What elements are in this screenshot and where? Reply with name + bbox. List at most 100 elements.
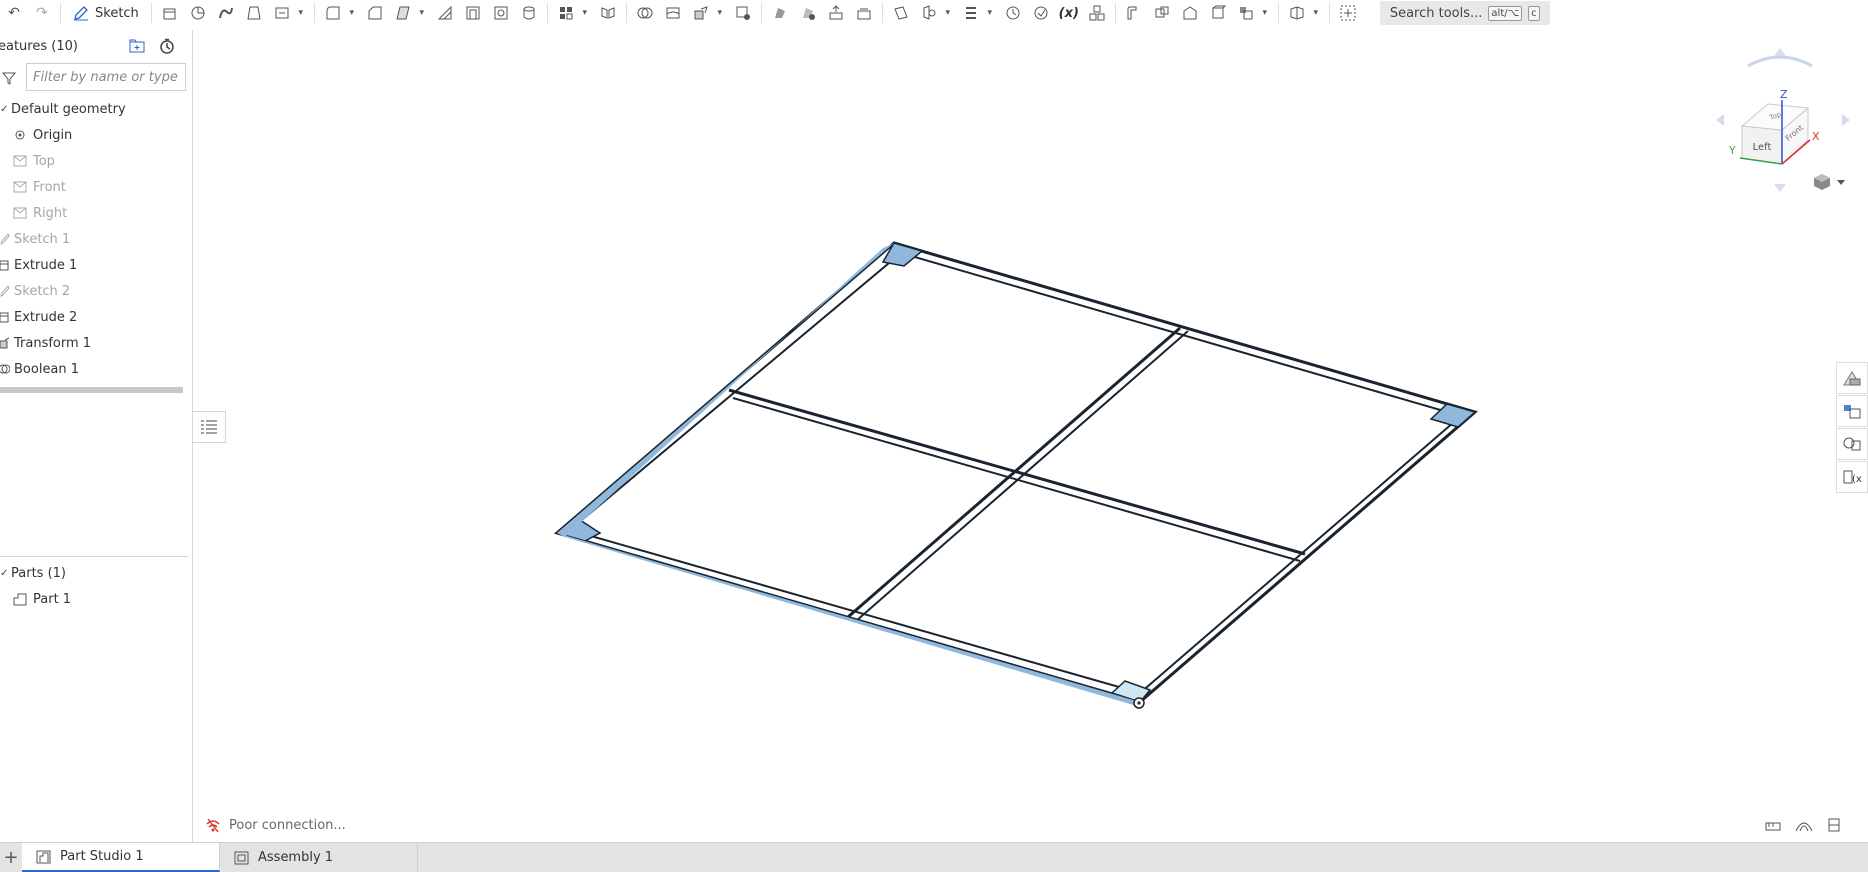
tree-item-front-plane[interactable]: Front: [0, 174, 192, 200]
revolve-button[interactable]: [188, 3, 208, 23]
chevron-down-icon[interactable]: ▾: [985, 3, 995, 23]
variable-button[interactable]: (x): [1059, 3, 1079, 23]
pencil-icon: [74, 6, 88, 21]
undo-button[interactable]: ↶: [4, 3, 24, 23]
feature-panel-toggle[interactable]: [193, 411, 226, 443]
graphics-viewport[interactable]: Left Front Top Z X Y (x): [0, 0, 1868, 842]
tree-item-origin[interactable]: Origin: [0, 122, 192, 148]
tab-button[interactable]: [1180, 3, 1200, 23]
sweep-button[interactable]: [216, 3, 236, 23]
section-view-icon[interactable]: [1827, 818, 1841, 832]
tab-part-studio-1[interactable]: Part Studio 1: [22, 843, 220, 872]
measure-icon[interactable]: [1765, 818, 1781, 832]
add-custom-feature-button[interactable]: [1338, 3, 1358, 23]
chevron-down-icon[interactable]: ✓: [0, 104, 8, 115]
chamfer-button[interactable]: [365, 3, 385, 23]
chevron-down-icon[interactable]: ✓: [0, 568, 8, 579]
rotate-right-icon[interactable]: [1842, 114, 1850, 126]
chevron-down-icon[interactable]: ▾: [1311, 3, 1321, 23]
rotate-up-arc-icon[interactable]: [1747, 55, 1813, 68]
filter-icon[interactable]: [2, 71, 16, 85]
delete-face-button[interactable]: [798, 3, 818, 23]
chevron-down-icon[interactable]: ▾: [1260, 3, 1270, 23]
replace-face-button[interactable]: [854, 3, 874, 23]
add-folder-icon[interactable]: [129, 38, 147, 54]
tree-item-extrude-1[interactable]: Extrude 1: [0, 252, 192, 278]
display-states-button[interactable]: [1031, 3, 1051, 23]
tree-item-right-plane[interactable]: Right: [0, 200, 192, 226]
rotate-left-icon[interactable]: [1716, 114, 1724, 126]
part-item[interactable]: Part 1: [0, 586, 192, 612]
chevron-down-icon[interactable]: ▾: [347, 3, 357, 23]
tree-item-top-plane[interactable]: Top: [0, 148, 192, 174]
shell-button[interactable]: [463, 3, 483, 23]
sketch-button[interactable]: Sketch: [65, 2, 147, 24]
hole-button[interactable]: [491, 3, 511, 23]
parts-header-label: Parts (1): [11, 565, 66, 581]
rollback-button[interactable]: [1003, 3, 1023, 23]
frame-button[interactable]: [1287, 3, 1307, 23]
loft-button[interactable]: [244, 3, 264, 23]
boolean-button[interactable]: [635, 3, 655, 23]
chevron-down-icon[interactable]: ▾: [715, 3, 725, 23]
tree-item-label: Front: [33, 179, 66, 195]
modify-fillet-button[interactable]: [770, 3, 790, 23]
pattern-button[interactable]: [556, 3, 576, 23]
tree-item-default-geometry[interactable]: ✓ Default geometry: [0, 96, 192, 122]
move-face-button[interactable]: [826, 3, 846, 23]
flange-button[interactable]: [1152, 3, 1172, 23]
appearance-panel-button[interactable]: [1836, 362, 1868, 394]
sheet-metal-button[interactable]: [1124, 3, 1144, 23]
bend-relief-button[interactable]: [1236, 3, 1256, 23]
tree-item-extrude-2[interactable]: Extrude 2: [0, 304, 192, 330]
delete-face-icon: [802, 8, 815, 20]
feature-list-scrollbar[interactable]: [0, 387, 183, 393]
redo-button[interactable]: ↷: [32, 3, 52, 23]
parts-header[interactable]: ✓ Parts (1): [0, 560, 192, 586]
rotate-top-icon[interactable]: [1774, 48, 1786, 56]
mate-connector-button[interactable]: [919, 3, 939, 23]
chevron-down-icon[interactable]: ▾: [943, 3, 953, 23]
chevron-down-icon[interactable]: [1837, 180, 1845, 185]
corner-button[interactable]: [1208, 3, 1228, 23]
rib-button[interactable]: [435, 3, 455, 23]
tree-item-label: Sketch 2: [14, 283, 71, 299]
mate-panel-button[interactable]: [1836, 428, 1868, 460]
helix-button[interactable]: [961, 3, 981, 23]
thicken-button[interactable]: [272, 3, 292, 23]
crossbar-horizontal[interactable]: [728, 388, 1306, 556]
tree-item-boolean-1[interactable]: Boolean 1: [0, 356, 192, 382]
split-button[interactable]: [663, 3, 683, 23]
view-mode-dropdown[interactable]: [1814, 174, 1845, 190]
crossbar-vertical[interactable]: [847, 326, 1181, 619]
tree-item-sketch-2[interactable]: Sketch 2: [0, 278, 192, 304]
tree-item-transform-1[interactable]: Transform 1: [0, 330, 192, 356]
search-tools-button[interactable]: Search tools... alt/⌥ c: [1379, 1, 1550, 25]
add-tab-button[interactable]: +: [0, 843, 22, 872]
tree-item-sketch-1[interactable]: Sketch 1: [0, 226, 192, 252]
plane-button[interactable]: [891, 3, 911, 23]
chevron-down-icon[interactable]: ▾: [296, 3, 306, 23]
toolbar-divider: [313, 3, 315, 23]
delete-part-button[interactable]: [733, 3, 753, 23]
chevron-down-icon[interactable]: ▾: [580, 3, 590, 23]
draft-button[interactable]: [393, 3, 413, 23]
view-cube[interactable]: Left Front Top Z X Y: [1700, 40, 1860, 200]
filter-input[interactable]: [26, 63, 186, 91]
bom-panel-button[interactable]: [1836, 395, 1868, 427]
extrude-button[interactable]: [160, 3, 180, 23]
configuration-button[interactable]: [1087, 3, 1107, 23]
rotate-bottom-icon[interactable]: [1774, 184, 1786, 192]
fillet-button[interactable]: [323, 3, 343, 23]
mirror-button[interactable]: [598, 3, 618, 23]
model-frame[interactable]: [0, 0, 1868, 842]
mass-properties-icon[interactable]: [1795, 818, 1813, 832]
chevron-down-icon[interactable]: ▾: [417, 3, 427, 23]
transform-button[interactable]: [691, 3, 711, 23]
axis-z-label: Z: [1780, 88, 1788, 101]
variables-panel-button[interactable]: (x): [1836, 461, 1868, 493]
tab-assembly-1[interactable]: Assembly 1: [220, 843, 418, 872]
rollback-timer-icon[interactable]: [159, 38, 175, 54]
cylinder-button[interactable]: [519, 3, 539, 23]
parts-divider: [0, 556, 188, 557]
